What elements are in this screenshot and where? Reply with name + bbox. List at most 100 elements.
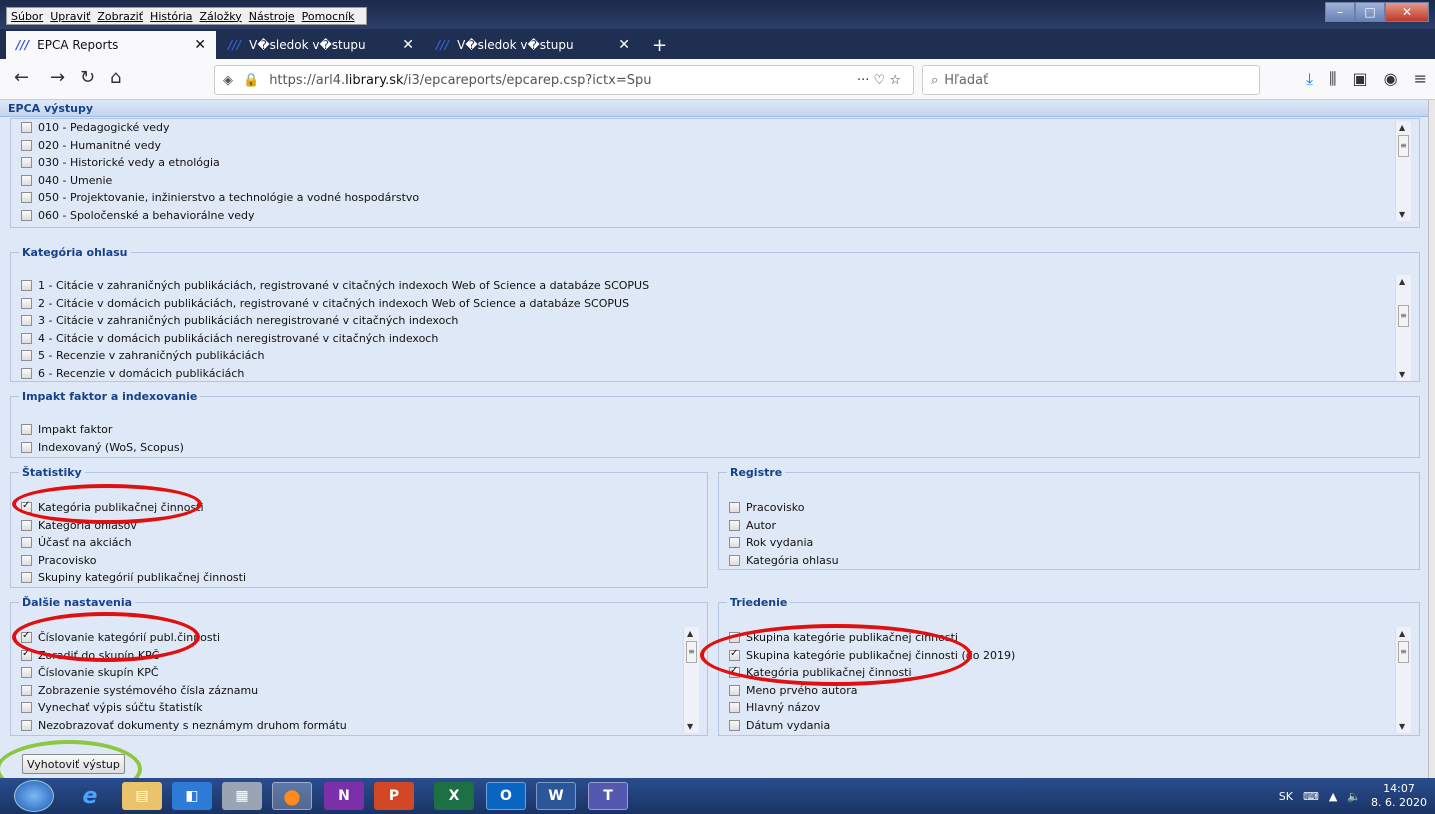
- outlook-icon[interactable]: O: [486, 782, 526, 810]
- close-icon[interactable]: ✕: [1385, 2, 1429, 22]
- powerpoint-icon[interactable]: P: [374, 782, 414, 810]
- list-item[interactable]: Skupina kategórie publikačnej činnosti: [729, 629, 1015, 647]
- vyhotovit-vystup-button[interactable]: Vyhotoviť výstup: [22, 754, 125, 774]
- list-item[interactable]: 3 - Citácie v zahraničných publikáciách …: [21, 312, 649, 330]
- checkbox[interactable]: [21, 174, 32, 186]
- list-item[interactable]: 010 - Pedagogické vedy: [21, 119, 419, 137]
- checkbox[interactable]: [21, 441, 32, 453]
- scrollbar[interactable]: ▲ ≡ ▼: [683, 627, 699, 733]
- list-item[interactable]: 020 - Humanitné vedy: [21, 137, 419, 155]
- list-item[interactable]: Skupiny kategórií publikačnej činnosti: [21, 569, 246, 587]
- list-item[interactable]: 060 - Spoločenské a behaviorálne vedy: [21, 207, 419, 225]
- volume-icon[interactable]: 🔈: [1347, 790, 1361, 803]
- menu-historia[interactable]: História: [150, 10, 192, 23]
- menu-pomocnik[interactable]: Pomocník: [302, 10, 355, 23]
- clock[interactable]: 14:07 8. 6. 2020: [1371, 782, 1427, 810]
- list-item[interactable]: 4 - Citácie v domácich publikáciách nere…: [21, 330, 649, 348]
- word-icon[interactable]: W: [536, 782, 576, 810]
- checkbox[interactable]: [21, 192, 32, 204]
- scrollbar[interactable]: ▲ ≡ ▼: [1395, 121, 1411, 221]
- checkbox[interactable]: [21, 209, 32, 221]
- maximize-icon[interactable]: □: [1355, 2, 1385, 22]
- checkbox[interactable]: [21, 537, 32, 549]
- checkbox[interactable]: [729, 519, 740, 531]
- teams-icon[interactable]: T: [588, 782, 628, 810]
- menu-subor[interactable]: Súbor: [11, 10, 43, 23]
- url-bar[interactable]: ◈ 🔒 https://arl4. library.sk/i3/epcarepor…: [214, 65, 914, 95]
- keyboard-icon[interactable]: ⌨: [1303, 790, 1319, 803]
- checkbox[interactable]: [21, 297, 32, 309]
- forward-icon[interactable]: →: [50, 67, 65, 88]
- list-item[interactable]: Kategória publikačnej činnosti: [21, 499, 246, 517]
- list-item[interactable]: Kategória publikačnej činnosti: [729, 664, 1015, 682]
- checkbox[interactable]: [21, 280, 32, 292]
- checkbox[interactable]: [21, 719, 32, 731]
- outlook-express-icon[interactable]: ◧: [172, 782, 212, 810]
- back-icon[interactable]: ←: [14, 67, 29, 88]
- scrollbar[interactable]: ▲ ≡ ▼: [1395, 275, 1411, 381]
- tray-expand-icon[interactable]: ▲: [1329, 790, 1337, 803]
- menu-icon[interactable]: ≡: [1414, 69, 1427, 89]
- menu-upravit[interactable]: Upraviť: [50, 10, 90, 23]
- list-item[interactable]: Dátum vydania: [729, 717, 1015, 735]
- scrollbar[interactable]: ▲ ≡ ▼: [1395, 627, 1411, 733]
- tab-epca-reports[interactable]: /// EPCA Reports ✕: [6, 31, 216, 59]
- list-item[interactable]: 1 - Citácie v zahraničných publikáciách,…: [21, 277, 649, 295]
- checkbox[interactable]: [21, 667, 32, 679]
- firefox-icon[interactable]: ●: [272, 782, 312, 810]
- ie-icon[interactable]: e: [70, 782, 110, 810]
- checkbox[interactable]: [21, 500, 32, 514]
- checkbox[interactable]: [729, 537, 740, 549]
- checkbox[interactable]: [729, 632, 740, 644]
- list-item[interactable]: Číslovanie skupín KPČ: [21, 664, 347, 682]
- checkbox[interactable]: [729, 648, 740, 661]
- checkbox[interactable]: [729, 719, 740, 731]
- list-item[interactable]: Skupina kategórie publikačnej činnosti (…: [729, 647, 1015, 665]
- list-item[interactable]: Zobrazenie systémového čísla záznamu: [21, 682, 347, 700]
- checkbox[interactable]: [21, 315, 32, 327]
- checkbox[interactable]: [729, 702, 740, 714]
- page-actions-icon[interactable]: ··· ♡ ☆: [857, 73, 901, 88]
- search-input[interactable]: ⌕ Hľadať: [922, 65, 1260, 95]
- list-item[interactable]: Účasť na akciách: [21, 534, 246, 552]
- checkbox[interactable]: [21, 332, 32, 344]
- list-item[interactable]: Meno prvého autora: [729, 682, 1015, 700]
- checkbox[interactable]: [21, 630, 32, 644]
- checkbox[interactable]: [729, 554, 740, 566]
- checkbox[interactable]: [21, 424, 32, 436]
- list-item[interactable]: Pracovisko: [729, 499, 839, 517]
- list-item[interactable]: 2 - Citácie v domácich publikáciách, reg…: [21, 295, 649, 313]
- list-item[interactable]: Pracovisko: [21, 552, 246, 570]
- start-button[interactable]: [14, 780, 54, 812]
- list-item[interactable]: 030 - Historické vedy a etnológia: [21, 154, 419, 172]
- list-item[interactable]: Kategória ohlasov: [21, 517, 246, 535]
- list-item[interactable]: Indexovaný (WoS, Scopus): [21, 439, 184, 457]
- list-item[interactable]: Impakt faktor: [21, 421, 184, 439]
- checkbox[interactable]: [21, 648, 32, 661]
- list-item[interactable]: 5 - Recenzie v zahraničných publikáciách: [21, 347, 649, 365]
- list-item[interactable]: Hlavný názov: [729, 699, 1015, 717]
- explorer-icon[interactable]: ▤: [122, 782, 162, 810]
- checkbox[interactable]: [21, 350, 32, 362]
- checkbox[interactable]: [21, 139, 32, 151]
- excel-icon[interactable]: X: [434, 782, 474, 810]
- checkbox[interactable]: [21, 519, 32, 531]
- tab-vysledok-1[interactable]: /// V�sledok v�stupu ✕: [218, 31, 424, 59]
- library-icon[interactable]: ⫼: [1329, 69, 1336, 89]
- checkbox[interactable]: [729, 665, 740, 679]
- list-item[interactable]: Kategória ohlasu: [729, 552, 839, 570]
- list-item[interactable]: 050 - Projektovanie, inžinierstvo a tech…: [21, 189, 419, 207]
- reload-icon[interactable]: ↻: [80, 67, 95, 88]
- checkbox[interactable]: [21, 572, 32, 584]
- tab-close-icon[interactable]: ✕: [402, 37, 414, 53]
- checkbox[interactable]: [21, 157, 32, 169]
- page-scrollbar[interactable]: [1428, 100, 1435, 778]
- checkbox[interactable]: [21, 554, 32, 566]
- list-item[interactable]: 040 - Umenie: [21, 172, 419, 190]
- download-icon[interactable]: ⤓: [1306, 69, 1313, 89]
- menu-zobrazit[interactable]: Zobraziť: [97, 10, 143, 23]
- list-item[interactable]: Vynechať výpis súčtu štatistík: [21, 699, 347, 717]
- checkbox[interactable]: [21, 367, 32, 379]
- onenote-icon[interactable]: N: [324, 782, 364, 810]
- minimize-icon[interactable]: –: [1325, 2, 1355, 22]
